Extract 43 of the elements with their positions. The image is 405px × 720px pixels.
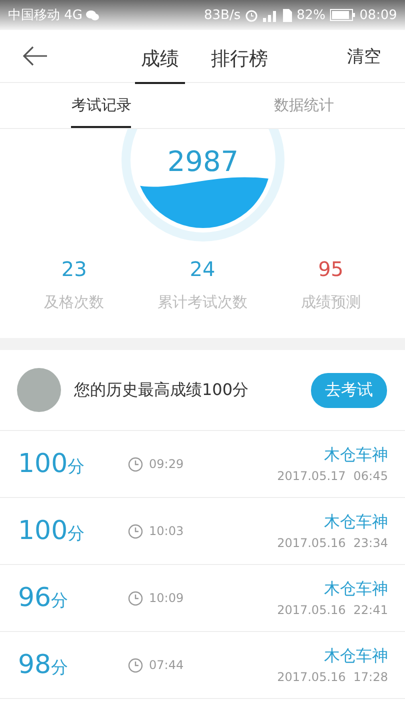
record-user-name: 木仓车神 — [324, 579, 388, 600]
record-duration: 09:29 — [149, 457, 184, 471]
clock-icon — [128, 590, 143, 606]
nav-tab[interactable]: 排行榜 — [205, 34, 274, 84]
alarm-icon — [244, 8, 258, 22]
record-score: 100分 — [18, 449, 86, 479]
signal-icon — [262, 8, 278, 22]
clock-time: 08:09 — [360, 8, 397, 22]
record-score: 100分 — [18, 516, 86, 546]
battery-percent: 82% — [296, 8, 326, 22]
clock-icon — [128, 456, 143, 472]
record-date: 2017.05.16 17:28 — [277, 670, 388, 684]
stat-label: 及格次数 — [44, 293, 104, 312]
clock-icon — [128, 658, 143, 672]
sim-card-icon — [282, 8, 293, 22]
record-score: 98分 — [18, 650, 70, 680]
chat-icon — [86, 10, 100, 20]
record-date: 2017.05.17 06:45 — [277, 469, 388, 483]
battery-icon — [330, 9, 356, 21]
record-score: 96分 — [18, 583, 70, 613]
record-duration: 07:44 — [149, 658, 184, 672]
back-arrow-icon[interactable] — [22, 46, 48, 66]
record-user-name: 木仓车神 — [324, 512, 388, 533]
stat-label: 累计考试次数 — [157, 293, 248, 312]
record-user-name: 木仓车神 — [324, 646, 388, 667]
nav-tab[interactable]: 成绩 — [135, 34, 185, 84]
stat-value: 23 — [61, 257, 87, 281]
total-score: 2987 — [166, 145, 238, 178]
record-date: 2017.05.16 22:41 — [277, 603, 388, 617]
stat-label: 成绩预测 — [300, 293, 361, 312]
clear-button[interactable]: 清空 — [341, 44, 387, 68]
stat-value: 24 — [190, 257, 216, 281]
sub-tab[interactable]: 考试记录 — [71, 83, 132, 128]
avatar-placeholder — [17, 368, 61, 412]
record-duration: 10:03 — [149, 524, 184, 538]
clock-icon — [128, 524, 143, 538]
record-date: 2017.05.16 23:34 — [277, 536, 388, 550]
carrier-text: 中国移动 4G — [8, 7, 82, 24]
stat-value: 95 — [318, 257, 344, 281]
network-speed: 83B/s — [204, 8, 241, 22]
record-duration: 10:09 — [149, 591, 184, 605]
best-score-text: 您的历史最高成绩100分 — [74, 380, 250, 400]
record-user-name: 木仓车神 — [324, 445, 388, 466]
